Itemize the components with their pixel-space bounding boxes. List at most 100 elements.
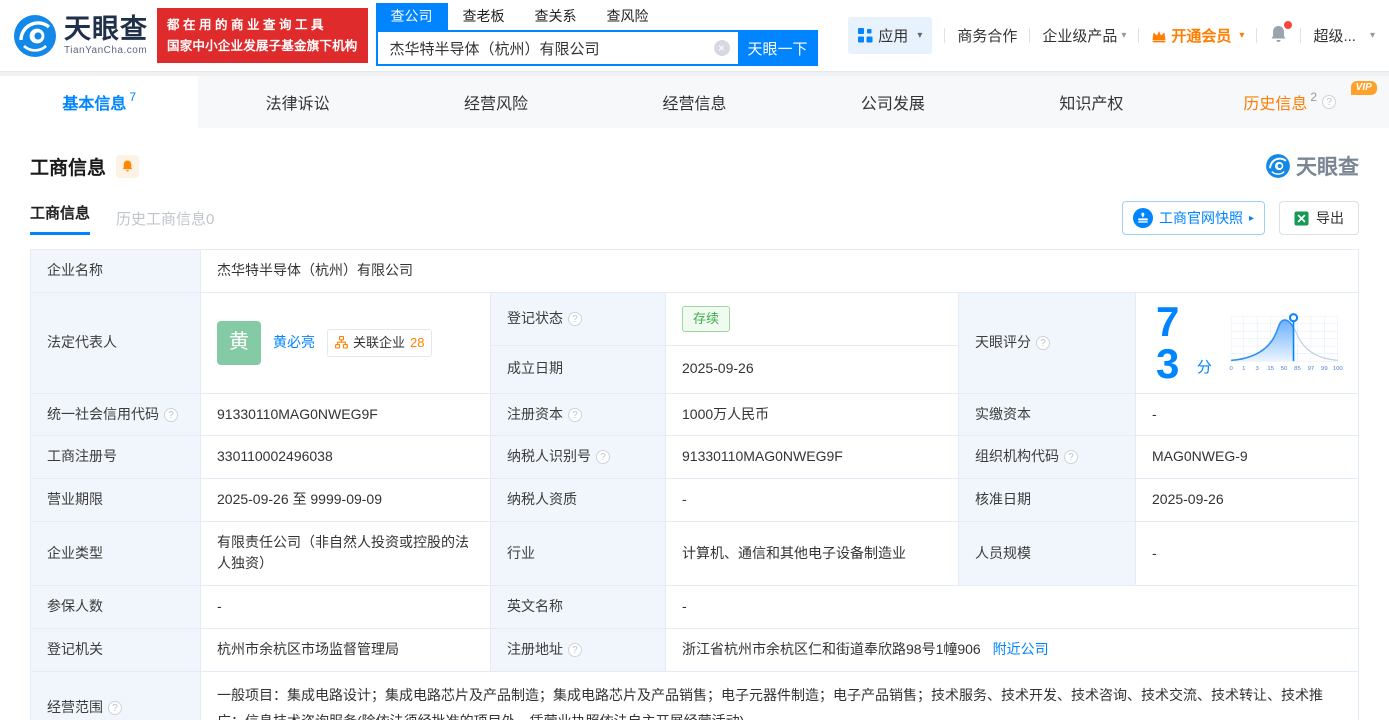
user-menu[interactable]: 超级... [1313,25,1375,46]
crown-icon [1152,30,1166,42]
table-row: 企业类型 有限责任公司（非自然人投资或控股的法人独资） 行业 计算机、通信和其他… [30,520,1359,587]
field-label: 天眼评分 [958,291,1136,394]
svg-text:50: 50 [1281,366,1288,372]
legal-rep-link[interactable]: 黄必亮 [273,332,315,354]
table-row: 统一社会信用代码 91330110MAG0NWEG9F 注册资本 1000万人民… [30,392,1359,437]
chevron-down-icon [917,30,922,41]
search-tab-boss[interactable]: 查老板 [448,3,520,30]
field-label: 企业名称 [30,249,201,293]
watermark-text: 天眼查 [1296,156,1359,179]
tab-legal[interactable]: 法律诉讼 [198,76,396,128]
staff-size-value: - [1135,520,1359,587]
reg-address-cell: 浙江省杭州市余杭区仁和街道奉欣路98号1幢906 附近公司 [665,627,1359,672]
clear-icon[interactable] [713,40,730,56]
help-icon[interactable] [568,311,582,326]
help-icon[interactable] [164,407,178,422]
help-icon[interactable] [1064,450,1078,465]
field-label: 组织机构代码 [958,435,1136,480]
chevron-down-icon [1370,30,1375,41]
search-tab-risk[interactable]: 查风险 [592,3,664,30]
reg-capital-value: 1000万人民币 [665,392,959,437]
field-label: 工商注册号 [30,435,201,480]
subtab-history-business-info[interactable]: 历史工商信息0 [116,208,214,229]
company-name-value: 杰华特半导体（杭州）有限公司 [200,249,1359,293]
score-unit: 分 [1196,359,1212,377]
header-nav: 应用 商务合作 企业级产品 开通会员 超级 [848,17,1375,54]
org-chart-icon [335,336,348,349]
nav-enterprise-products[interactable]: 企业级产品 [1042,25,1126,46]
field-label: 成立日期 [490,344,666,394]
svg-text:97: 97 [1308,366,1315,372]
avatar[interactable]: 黄 [217,320,261,365]
tab-operating-risk[interactable]: 经营风险 [397,76,595,128]
help-icon[interactable] [568,642,582,657]
divider [1256,28,1258,43]
company-type-value: 有限责任公司（非自然人投资或控股的法人独资） [200,520,491,587]
score-cell: 73 分 0 1 3 15 50 85 97 99 100 [1135,291,1359,394]
nav-open-vip[interactable]: 开通会员 [1151,25,1244,46]
credit-code-value: 91330110MAG0NWEG9F [200,392,491,437]
paid-capital-value: - [1135,392,1359,437]
monitor-bell-button[interactable] [116,154,140,178]
approval-date-value: 2025-09-26 [1135,478,1359,522]
tab-count: 7 [129,90,137,104]
english-name-value: - [665,585,1359,629]
field-label: 纳税人识别号 [490,435,666,480]
related-companies-badge[interactable]: 关联企业 28 [327,328,433,357]
subtab-business-info[interactable]: 工商信息 [30,202,91,235]
help-icon[interactable] [568,407,582,422]
search-button[interactable]: 天眼一下 [737,30,818,66]
help-icon[interactable] [108,701,122,716]
field-label: 注册资本 [490,392,666,437]
search-tab-relation[interactable]: 查关系 [520,3,592,30]
insured-count-value: - [200,585,491,629]
field-label: 参保人数 [30,585,201,629]
nearby-companies-link[interactable]: 附近公司 [993,641,1049,657]
search-tab-company[interactable]: 查公司 [375,3,448,30]
field-label: 英文名称 [490,585,666,629]
nav-business-cooperation[interactable]: 商务合作 [957,25,1017,46]
svg-text:99: 99 [1321,366,1328,372]
table-row: 登记机关 杭州市余杭区市场监督管理局 注册地址 浙江省杭州市余杭区仁和街道奉欣路… [30,627,1359,672]
notification-bell[interactable] [1269,20,1293,48]
top-header: 天眼查 TianYanCha.com 都在用的商业查询工具 国家中小企业发展子基… [0,0,1389,71]
brand-name: 天眼查 [64,13,148,44]
tab-history-info[interactable]: VIP 历史信息 2 [1191,76,1389,128]
table-row: 经营范围 一般项目：集成电路设计；集成电路芯片及产品制造；集成电路芯片及产品销售… [30,670,1359,720]
watermark-logo: 天眼查 [1265,151,1359,181]
tianyancha-logo[interactable]: 天眼查 TianYanCha.com [12,13,148,59]
tab-basic-info[interactable]: 基本信息 7 [0,76,199,128]
help-icon[interactable] [1036,335,1050,350]
stamp-icon [1132,208,1153,228]
apps-menu[interactable]: 应用 [848,17,933,54]
taxpayer-quality-value: - [665,478,959,522]
field-label: 人员规模 [958,520,1136,587]
table-row: 参保人数 - 英文名称 - [30,585,1359,629]
tab-operating-info[interactable]: 经营信息 [595,76,793,128]
score-value: 73 [1156,297,1180,387]
tab-company-development[interactable]: 公司发展 [794,76,992,128]
svg-text:3: 3 [1255,366,1259,372]
field-label: 营业期限 [30,478,201,522]
establish-date-value: 2025-09-26 [665,344,959,394]
business-info-table: 企业名称 杰华特半导体（杭州）有限公司 法定代表人 黄 黄必亮 关联企业 28 [30,249,1359,720]
svg-text:85: 85 [1294,366,1301,372]
export-button[interactable]: 导出 [1279,201,1359,235]
reg-authority-value: 杭州市余杭区市场监督管理局 [200,627,491,672]
help-icon[interactable] [1322,95,1337,109]
field-label: 登记机关 [30,627,201,672]
chevron-down-icon [1121,30,1126,41]
tianyancha-logo-icon [14,14,56,57]
company-nav-tabs: 基本信息 7 法律诉讼 经营风险 经营信息 公司发展 知识产权 VIP 历史信息… [0,76,1389,128]
business-scope-value: 一般项目：集成电路设计；集成电路芯片及产品制造；集成电路芯片及产品销售；电子元器… [200,670,1359,720]
tianyancha-logo-icon [1266,154,1290,178]
svg-text:15: 15 [1267,366,1274,372]
vip-badge: VIP [1350,81,1377,95]
help-icon[interactable] [596,450,610,465]
status-badge: 存续 [682,305,731,332]
tab-intellectual-property[interactable]: 知识产权 [992,76,1190,128]
field-label: 注册地址 [490,627,666,672]
reg-address-value: 浙江省杭州市余杭区仁和街道奉欣路98号1幢906 [682,640,981,657]
official-snapshot-button[interactable]: 工商官网快照 [1121,201,1265,235]
search-input[interactable] [375,30,738,66]
